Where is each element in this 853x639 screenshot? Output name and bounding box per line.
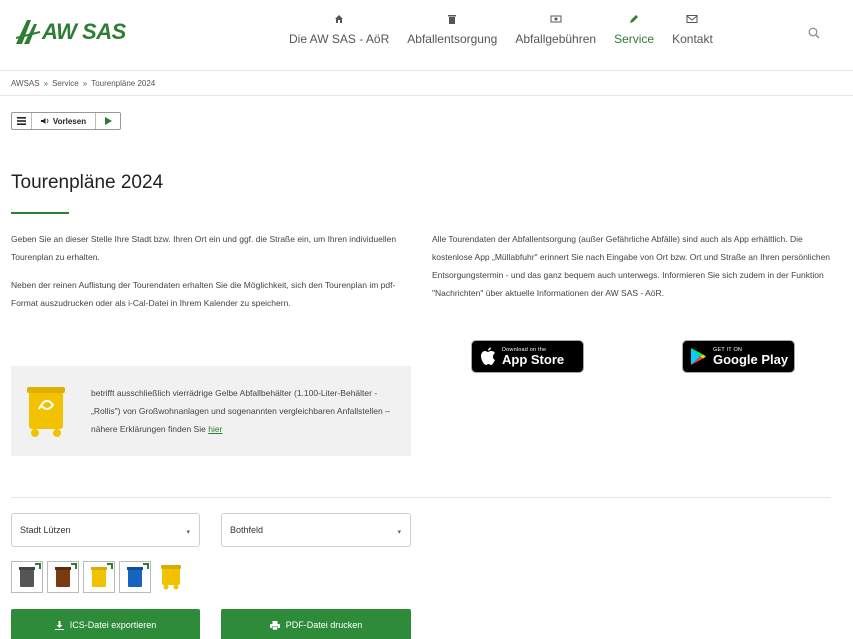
chevron-down-icon: ▾ — [397, 529, 401, 536]
blue-bin-icon — [127, 567, 143, 587]
menu-icon — [17, 117, 26, 125]
google-play-badge[interactable]: GET IT ON Google Play — [682, 340, 795, 373]
yellow-bin-icon — [25, 383, 67, 444]
main-nav: Die AW SAS - AöR Abfallentsorgung Abfall… — [280, 10, 722, 46]
rollis-notice: betrifft ausschließlich vierrädrige Gelb… — [11, 366, 411, 456]
bin-toggle-papier[interactable] — [119, 561, 151, 593]
yellow-rolli-icon — [161, 565, 181, 590]
street-select-value: Bothfeld — [230, 525, 264, 535]
logo-mark-icon — [15, 20, 41, 44]
breadcrumb-separator: » — [43, 79, 49, 88]
money-icon — [550, 10, 562, 28]
app-paragraph: Alle Tourendaten der Abfallentsorgung (a… — [432, 234, 831, 298]
breadcrumb-item-home[interactable]: AWSAS — [11, 79, 40, 88]
nav-label: Abfallentsorgung — [407, 32, 498, 46]
breadcrumb: AWSAS » Service » Tourenpläne 2024 — [11, 79, 155, 88]
bin-toggle-restabfall[interactable] — [11, 561, 43, 593]
nav-label: Service — [614, 32, 655, 46]
bin-toggle-rollis[interactable] — [155, 561, 187, 593]
nav-label: Kontakt — [672, 32, 713, 46]
nav-label: Die AW SAS - AöR — [289, 32, 390, 46]
print-icon — [269, 620, 280, 630]
appstore-big-text: App Store — [502, 351, 565, 367]
download-icon — [54, 620, 64, 630]
googleplay-big-text: Google Play — [713, 351, 789, 367]
city-select-value: Stadt Lützen — [20, 525, 71, 535]
logo-text: AW SAS — [42, 19, 126, 44]
nav-item-abfallentsorgung[interactable]: Abfallentsorgung — [398, 10, 506, 46]
section-divider — [11, 497, 831, 498]
pencil-icon — [629, 10, 639, 28]
nav-item-aw-sas[interactable]: Die AW SAS - AöR — [280, 10, 398, 46]
pdf-print-button[interactable]: PDF-Datei drucken — [221, 609, 411, 639]
trash-icon — [447, 10, 457, 28]
features-paragraph: Neben der reinen Auflistung der Tourenda… — [11, 280, 396, 308]
notice-text: betrifft ausschließlich vierrädrige Gelb… — [91, 384, 391, 438]
grey-bin-icon — [19, 567, 35, 587]
home-icon — [334, 10, 344, 28]
bin-type-filters — [11, 561, 187, 593]
breadcrumb-bar: AWSAS » Service » Tourenpläne 2024 — [0, 70, 853, 96]
breadcrumb-item-current: Tourenpläne 2024 — [91, 79, 156, 88]
readspeaker-play-button[interactable] — [96, 113, 120, 129]
checked-corner-icon — [143, 563, 149, 569]
notice-body: betrifft ausschließlich vierrädrige Gelb… — [91, 388, 390, 434]
readspeaker-label: Vorlesen — [52, 116, 87, 126]
checked-corner-icon — [71, 563, 77, 569]
brown-bin-icon — [55, 567, 71, 587]
readspeaker-bar: Vorlesen — [11, 112, 121, 130]
site-logo[interactable]: AW SAS — [14, 14, 126, 50]
ics-export-button[interactable]: ICS-Datei exportieren — [11, 609, 200, 639]
page-title: Tourenpläne 2024 — [11, 172, 164, 193]
nav-label: Abfallgebühren — [515, 32, 597, 46]
intro-paragraph: Geben Sie an dieser Stelle Ihre Stadt bz… — [11, 234, 397, 262]
ics-export-label: ICS-Datei exportieren — [69, 620, 157, 630]
chevron-down-icon: ▾ — [186, 529, 190, 536]
play-icon — [104, 117, 112, 125]
street-select[interactable]: Bothfeld ▾ — [221, 513, 411, 547]
breadcrumb-separator: » — [82, 79, 88, 88]
notice-link[interactable]: hier — [208, 424, 222, 434]
title-underline — [11, 212, 69, 214]
city-select[interactable]: Stadt Lützen ▾ — [11, 513, 200, 547]
mail-icon — [686, 10, 698, 28]
app-store-badge[interactable]: Download on the App Store — [471, 340, 584, 373]
speaker-icon — [40, 118, 49, 124]
bin-toggle-bioabfall[interactable] — [47, 561, 79, 593]
search-icon[interactable] — [808, 26, 820, 44]
readspeaker-menu-button[interactable] — [12, 113, 32, 129]
breadcrumb-item-service[interactable]: Service — [52, 79, 79, 88]
readspeaker-listen-button[interactable]: Vorlesen — [32, 113, 96, 129]
site-header: AW SAS Die AW SAS - AöR Abfallentsorgung… — [0, 0, 853, 70]
nav-item-abfallgebuehren[interactable]: Abfallgebühren — [506, 10, 605, 46]
yellow-bin-icon — [91, 567, 107, 587]
bin-toggle-gelbe-tonne[interactable] — [83, 561, 115, 593]
pdf-print-label: PDF-Datei drucken — [285, 620, 363, 630]
google-play-icon — [691, 348, 706, 365]
checked-corner-icon — [35, 563, 41, 569]
checked-corner-icon — [107, 563, 113, 569]
apple-icon — [481, 347, 495, 365]
nav-item-kontakt[interactable]: Kontakt — [663, 10, 722, 46]
nav-item-service[interactable]: Service — [605, 10, 663, 46]
